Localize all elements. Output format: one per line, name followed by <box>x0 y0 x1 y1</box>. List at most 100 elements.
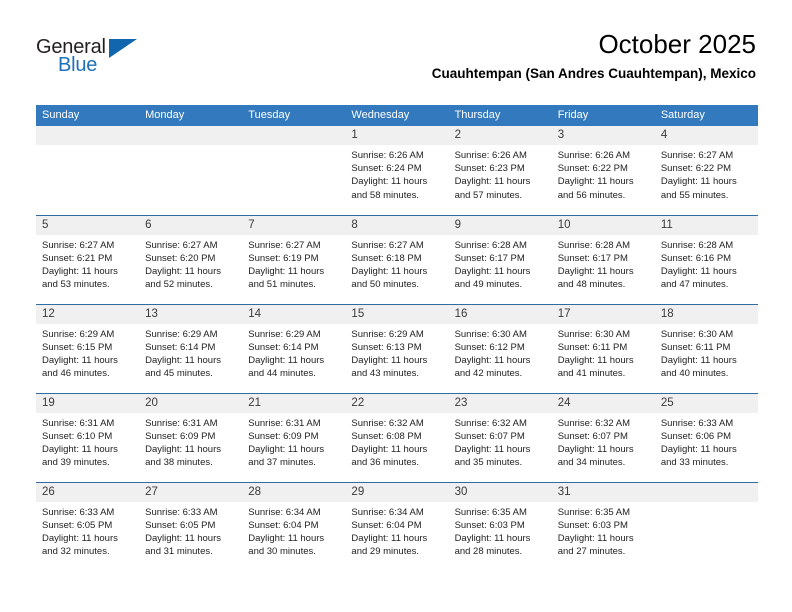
sunrise-text: Sunrise: 6:35 AM <box>557 506 631 518</box>
daylight-text-line2: and 52 minutes. <box>145 279 213 291</box>
day-cell[interactable]: 29 Sunrise: 6:34 AM Sunset: 6:04 PM Dayligh… <box>345 481 449 571</box>
day-cell[interactable]: 6 Sunrise: 6:27 AM Sunset: 6:20 PM Daylight… <box>139 214 243 304</box>
day-number: 27 <box>139 482 243 502</box>
day-cell[interactable]: 30 Sunrise: 6:35 AM Sunset: 6:03 PM Dayligh… <box>448 481 552 571</box>
day-number: 24 <box>551 393 655 413</box>
sunset-text: Sunset: 6:03 PM <box>454 519 525 531</box>
day-cell[interactable]: 27 Sunrise: 6:33 AM Sunset: 6:05 PM Dayligh… <box>139 481 243 571</box>
day-cell[interactable]: 3 Sunrise: 6:26 AM Sunset: 6:22 PM Daylight… <box>551 126 655 215</box>
sun-info: Sunrise: 6:30 AM Sunset: 6:12 PM Daylight:… <box>449 324 552 381</box>
day-cell[interactable]: 5 Sunrise: 6:27 AM Sunset: 6:21 PM Daylight… <box>36 214 140 304</box>
day-cell[interactable]: 4 Sunrise: 6:27 AM Sunset: 6:22 PM Daylight… <box>654 126 758 215</box>
daylight-text-line2: and 32 minutes. <box>42 546 110 558</box>
weekday-header-thursday: Thursday <box>448 105 552 126</box>
day-cell-inner: 25 Sunrise: 6:33 AM Sunset: 6:06 PM Dayligh… <box>654 393 758 482</box>
day-cell[interactable]: 8 Sunrise: 6:27 AM Sunset: 6:18 PM Daylight… <box>345 214 449 304</box>
day-cell[interactable]: 2 Sunrise: 6:26 AM Sunset: 6:23 PM Daylight… <box>448 126 552 215</box>
day-number <box>654 482 758 502</box>
day-cell[interactable]: 13 Sunrise: 6:29 AM Sunset: 6:14 PM Dayligh… <box>139 303 243 393</box>
sunset-text: Sunset: 6:10 PM <box>42 430 113 442</box>
calendar-page: General Blue October 2025 Cuauhtempan (S… <box>0 0 792 612</box>
day-cell-inner: 8 Sunrise: 6:27 AM Sunset: 6:18 PM Daylight… <box>345 215 449 304</box>
day-cell-empty <box>36 126 140 215</box>
day-cell[interactable]: 1 Sunrise: 6:26 AM Sunset: 6:24 PM Daylight… <box>345 126 449 215</box>
sun-info: Sunrise: 6:35 AM Sunset: 6:03 PM Daylight:… <box>449 502 552 559</box>
sunrise-text: Sunrise: 6:31 AM <box>248 417 321 429</box>
sunrise-text: Sunrise: 6:29 AM <box>351 328 424 340</box>
day-number: 8 <box>345 215 449 235</box>
day-cell[interactable]: 11 Sunrise: 6:28 AM Sunset: 6:16 PM Dayligh… <box>654 214 758 304</box>
sunrise-text: Sunrise: 6:32 AM <box>557 417 631 429</box>
daylight-text-line1: Daylight: 11 hours <box>454 532 531 544</box>
day-number: 11 <box>654 215 758 235</box>
day-cell[interactable]: 23 Sunrise: 6:32 AM Sunset: 6:07 PM Dayligh… <box>448 392 552 482</box>
day-cell[interactable]: 21 Sunrise: 6:31 AM Sunset: 6:09 PM Dayligh… <box>242 392 346 482</box>
daylight-text-line1: Daylight: 11 hours <box>42 443 118 455</box>
day-number: 22 <box>345 393 449 413</box>
day-cell[interactable]: 14 Sunrise: 6:29 AM Sunset: 6:14 PM Dayligh… <box>242 303 346 393</box>
day-cell[interactable]: 28 Sunrise: 6:34 AM Sunset: 6:04 PM Dayligh… <box>242 481 346 571</box>
sunset-text: Sunset: 6:09 PM <box>145 430 216 442</box>
daylight-text-line2: and 51 minutes. <box>248 279 316 291</box>
day-cell[interactable]: 7 Sunrise: 6:27 AM Sunset: 6:19 PM Daylight… <box>242 214 346 304</box>
day-cell-inner <box>654 482 758 572</box>
day-cell-inner: 12 Sunrise: 6:29 AM Sunset: 6:15 PM Dayligh… <box>36 304 140 393</box>
sunrise-text: Sunrise: 6:28 AM <box>557 239 631 251</box>
sun-info: Sunrise: 6:32 AM Sunset: 6:08 PM Daylight:… <box>345 413 448 470</box>
sun-info: Sunrise: 6:30 AM Sunset: 6:11 PM Daylight:… <box>655 324 758 381</box>
sunset-text: Sunset: 6:11 PM <box>557 341 628 353</box>
daylight-text-line2: and 28 minutes. <box>454 546 523 558</box>
day-cell[interactable]: 31 Sunrise: 6:35 AM Sunset: 6:03 PM Dayligh… <box>551 481 655 571</box>
day-cell[interactable]: 16 Sunrise: 6:30 AM Sunset: 6:12 PM Dayligh… <box>448 303 552 393</box>
day-number <box>36 126 140 145</box>
day-number: 19 <box>36 393 140 413</box>
sun-info: Sunrise: 6:26 AM Sunset: 6:22 PM Daylight:… <box>552 145 655 202</box>
daylight-text-line2: and 36 minutes. <box>351 457 420 469</box>
daylight-text-line1: Daylight: 11 hours <box>145 443 222 455</box>
day-cell[interactable]: 18 Sunrise: 6:30 AM Sunset: 6:11 PM Dayligh… <box>654 303 758 393</box>
daylight-text-line1: Daylight: 11 hours <box>351 532 428 544</box>
day-cell[interactable]: 25 Sunrise: 6:33 AM Sunset: 6:06 PM Dayligh… <box>654 392 758 482</box>
day-cell[interactable]: 20 Sunrise: 6:31 AM Sunset: 6:09 PM Dayligh… <box>139 392 243 482</box>
day-cell[interactable]: 19 Sunrise: 6:31 AM Sunset: 6:10 PM Dayligh… <box>36 392 140 482</box>
day-cell[interactable]: 26 Sunrise: 6:33 AM Sunset: 6:05 PM Dayligh… <box>36 481 140 571</box>
day-cell[interactable]: 17 Sunrise: 6:30 AM Sunset: 6:11 PM Dayligh… <box>551 303 655 393</box>
calendar-body: 1 Sunrise: 6:26 AM Sunset: 6:24 PM Daylight… <box>36 126 758 571</box>
daylight-text-line1: Daylight: 11 hours <box>660 176 737 188</box>
day-cell-inner: 10 Sunrise: 6:28 AM Sunset: 6:17 PM Dayligh… <box>551 215 655 304</box>
day-number: 25 <box>654 393 758 413</box>
day-number: 16 <box>448 304 552 324</box>
sunset-text: Sunset: 6:21 PM <box>42 252 113 264</box>
daylight-text-line2: and 43 minutes. <box>351 368 420 380</box>
sun-info: Sunrise: 6:27 AM Sunset: 6:19 PM Daylight:… <box>242 235 345 292</box>
generalblue-logo[interactable]: General Blue <box>36 36 166 84</box>
day-cell[interactable]: 22 Sunrise: 6:32 AM Sunset: 6:08 PM Dayligh… <box>345 392 449 482</box>
sunset-text: Sunset: 6:15 PM <box>42 341 113 353</box>
day-cell[interactable]: 15 Sunrise: 6:29 AM Sunset: 6:13 PM Dayligh… <box>345 303 449 393</box>
sunset-text: Sunset: 6:18 PM <box>351 252 422 264</box>
day-cell-inner: 15 Sunrise: 6:29 AM Sunset: 6:13 PM Dayligh… <box>345 304 449 393</box>
day-cell[interactable]: 10 Sunrise: 6:28 AM Sunset: 6:17 PM Dayligh… <box>551 214 655 304</box>
day-cell-inner: 1 Sunrise: 6:26 AM Sunset: 6:24 PM Daylight… <box>345 126 449 215</box>
daylight-text-line1: Daylight: 11 hours <box>145 354 222 366</box>
sunset-text: Sunset: 6:05 PM <box>42 519 113 531</box>
sunrise-text: Sunrise: 6:31 AM <box>42 417 115 429</box>
sun-info: Sunrise: 6:33 AM Sunset: 6:06 PM Daylight:… <box>655 413 758 470</box>
sunset-text: Sunset: 6:09 PM <box>248 430 319 442</box>
sunrise-text: Sunrise: 6:28 AM <box>660 239 734 251</box>
daylight-text-line1: Daylight: 11 hours <box>42 354 118 366</box>
sun-info: Sunrise: 6:33 AM Sunset: 6:05 PM Daylight:… <box>36 502 139 559</box>
sunset-text: Sunset: 6:06 PM <box>660 430 732 442</box>
day-cell[interactable]: 24 Sunrise: 6:32 AM Sunset: 6:07 PM Dayligh… <box>551 392 655 482</box>
day-cell-inner <box>36 126 140 215</box>
day-cell[interactable]: 12 Sunrise: 6:29 AM Sunset: 6:15 PM Dayligh… <box>36 303 140 393</box>
day-cell[interactable]: 9 Sunrise: 6:28 AM Sunset: 6:17 PM Daylight… <box>448 214 552 304</box>
day-cell-inner: 24 Sunrise: 6:32 AM Sunset: 6:07 PM Dayligh… <box>551 393 655 482</box>
weekday-header-monday: Monday <box>139 105 243 126</box>
sun-info: Sunrise: 6:27 AM Sunset: 6:20 PM Daylight:… <box>139 235 242 292</box>
sunset-text: Sunset: 6:14 PM <box>145 341 216 353</box>
daylight-text-line2: and 50 minutes. <box>351 279 420 291</box>
day-number: 5 <box>36 215 140 235</box>
sunset-text: Sunset: 6:05 PM <box>145 519 216 531</box>
title-block: October 2025 Cuauhtempan (San Andres Cua… <box>236 28 756 84</box>
